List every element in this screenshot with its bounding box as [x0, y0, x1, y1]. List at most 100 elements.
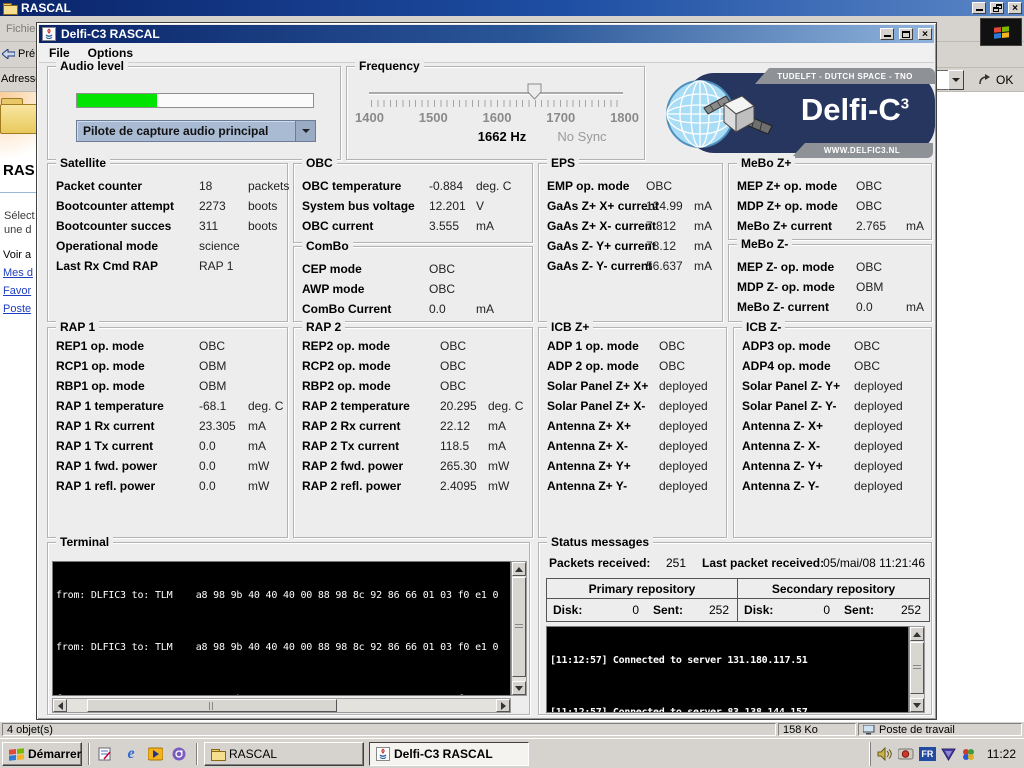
recorder-icon[interactable]: [898, 747, 914, 761]
chevron-down-icon[interactable]: [295, 121, 315, 141]
row-value: 2273: [199, 199, 248, 213]
panel-title: Satellite: [56, 156, 110, 170]
task-button-delfi[interactable]: Delfi-C3 RASCAL: [369, 742, 529, 766]
telemetry-row: ADP3 op. mode OBC: [742, 336, 931, 356]
folder-name: RAS: [3, 162, 35, 179]
row-value: 20.295: [440, 399, 488, 413]
row-label: RAP 2 Tx current: [302, 439, 440, 453]
last-packet-label: Last packet received:: [702, 556, 824, 570]
row-value: OBM: [199, 379, 248, 393]
telemetry-row: Operational mode science: [56, 236, 287, 256]
app-minimize-button[interactable]: [880, 28, 894, 40]
internet-explorer-icon[interactable]: e: [122, 745, 140, 763]
panel-title: EPS: [547, 156, 579, 170]
telemetry-row: RAP 2 refl. power 2.4095 mW: [302, 476, 532, 496]
row-value: OBC: [659, 339, 721, 353]
telemetry-row: Bootcounter succes 311 boots: [56, 216, 287, 236]
row-label: Antenna Z- Y+: [742, 459, 854, 473]
row-label: REP1 op. mode: [56, 339, 199, 353]
explorer-menu-file[interactable]: Fichier: [6, 23, 39, 35]
row-value: deployed: [659, 379, 721, 393]
explorer-minimize-button[interactable]: [972, 2, 986, 14]
explorer-back-button[interactable]: Pré: [2, 48, 35, 60]
taskbar-clock[interactable]: 11:22: [987, 747, 1016, 761]
row-label: ADP4 op. mode: [742, 359, 854, 373]
volume-icon[interactable]: [877, 747, 893, 761]
row-value: OBC: [440, 339, 488, 353]
frequency-slider-track[interactable]: [369, 92, 623, 94]
link-favoris[interactable]: Favor: [3, 285, 31, 297]
scroll-up-icon[interactable]: [512, 562, 526, 576]
media-player-icon[interactable]: [146, 745, 164, 763]
back-arrow-icon: [2, 49, 15, 59]
frequency-slider-ticks: [371, 100, 623, 107]
utility-icon[interactable]: [961, 747, 976, 761]
terminal-hscroll-thumb[interactable]: [87, 699, 337, 712]
telemetry-row: Packet counter 18 packets: [56, 176, 287, 196]
app-close-button[interactable]: ×: [918, 28, 932, 40]
scroll-down-icon[interactable]: [512, 681, 526, 695]
system-tray: FR 11:22: [870, 742, 1024, 766]
row-label: RBP1 op. mode: [56, 379, 199, 393]
primary-repo-header: Primary repository: [547, 579, 738, 598]
scroll-down-icon[interactable]: [910, 698, 924, 712]
explorer-close-button[interactable]: ×: [1008, 2, 1022, 14]
explorer-titlebar: RASCAL ×: [0, 0, 1024, 16]
telemetry-row: EMP op. mode OBC: [547, 176, 722, 196]
row-label: MeBo Z+ current: [737, 219, 856, 233]
link-mes-documents[interactable]: Mes d: [3, 267, 33, 279]
row-label: GaAs Z- Y- current: [547, 259, 646, 273]
row-label: Antenna Z+ Y+: [547, 459, 659, 473]
terminal-console[interactable]: from: DLFIC3 to: TLM a8 98 9b 40 40 40 0…: [52, 561, 511, 696]
explorer-restore-button[interactable]: [990, 2, 1004, 14]
app-maximize-button[interactable]: [899, 28, 913, 40]
row-label: RAP 2 temperature: [302, 399, 440, 413]
telemetry-row: RAP 2 Tx current 118.5 mA: [302, 436, 532, 456]
address-go-button[interactable]: OK: [972, 68, 1020, 91]
audio-device-combobox[interactable]: Pilote de capture audio principal: [76, 120, 316, 142]
telemetry-row: Antenna Z+ X- deployed: [547, 436, 726, 456]
telemetry-row: Solar Panel Z+ X- deployed: [547, 396, 726, 416]
terminal-vscrollbar[interactable]: [511, 561, 527, 696]
row-value: deployed: [659, 419, 721, 433]
row-label: MDP Z+ op. mode: [737, 199, 856, 213]
divider: [0, 192, 38, 193]
row-label: RAP 1 Tx current: [56, 439, 199, 453]
antivirus-icon[interactable]: [941, 748, 956, 761]
row-label: RCP2 op. mode: [302, 359, 440, 373]
app-titlebar[interactable]: Delfi-C3 RASCAL ×: [39, 25, 934, 43]
scroll-left-icon[interactable]: [53, 699, 67, 712]
terminal-vscroll-thumb[interactable]: [512, 577, 526, 677]
language-indicator[interactable]: FR: [919, 747, 936, 761]
logo-top-tab: TUDELFT - DUTCH SPACE - TNO: [755, 68, 935, 84]
menu-file[interactable]: File: [49, 46, 70, 60]
task-button-rascal[interactable]: RASCAL: [204, 742, 364, 766]
row-value: OBC: [440, 379, 488, 393]
row-value: 0.0: [199, 459, 248, 473]
log-console[interactable]: [11:12:57] Connected to server 131.180.1…: [546, 626, 909, 713]
terminal-hscrollbar[interactable]: [52, 698, 511, 713]
messenger-icon[interactable]: [170, 745, 188, 763]
log-vscroll-thumb[interactable]: [910, 642, 924, 694]
panel-rap2: RAP 2 REP2 op. mode OBC RCP2 op. mode OB…: [293, 327, 533, 538]
row-label: Packet counter: [56, 179, 199, 193]
show-desktop-icon[interactable]: [96, 745, 114, 763]
frequency-slider-thumb[interactable]: [527, 83, 543, 105]
log-vscrollbar[interactable]: [909, 626, 925, 713]
telemetry-row: Antenna Z- Y+ deployed: [742, 456, 931, 476]
menu-options[interactable]: Options: [88, 46, 133, 60]
link-poste[interactable]: Poste: [3, 303, 31, 315]
row-value: 3.555: [429, 219, 476, 233]
telemetry-row: Antenna Z+ Y+ deployed: [547, 456, 726, 476]
address-dropdown-button[interactable]: [948, 70, 964, 90]
status-size: 158 Ko: [778, 723, 856, 736]
panel-mebo-zminus: MeBo Z- MEP Z- op. mode OBC MDP Z- op. m…: [728, 244, 932, 322]
row-value: 0.0: [199, 439, 248, 453]
scroll-right-icon[interactable]: [496, 699, 510, 712]
secondary-repo-header: Secondary repository: [738, 579, 929, 598]
row-value: RAP 1: [199, 259, 248, 273]
start-button[interactable]: Démarrer: [2, 742, 82, 766]
scroll-up-icon[interactable]: [910, 627, 924, 641]
row-value: OBC: [440, 359, 488, 373]
telemetry-row: MDP Z- op. mode OBM: [737, 277, 931, 297]
